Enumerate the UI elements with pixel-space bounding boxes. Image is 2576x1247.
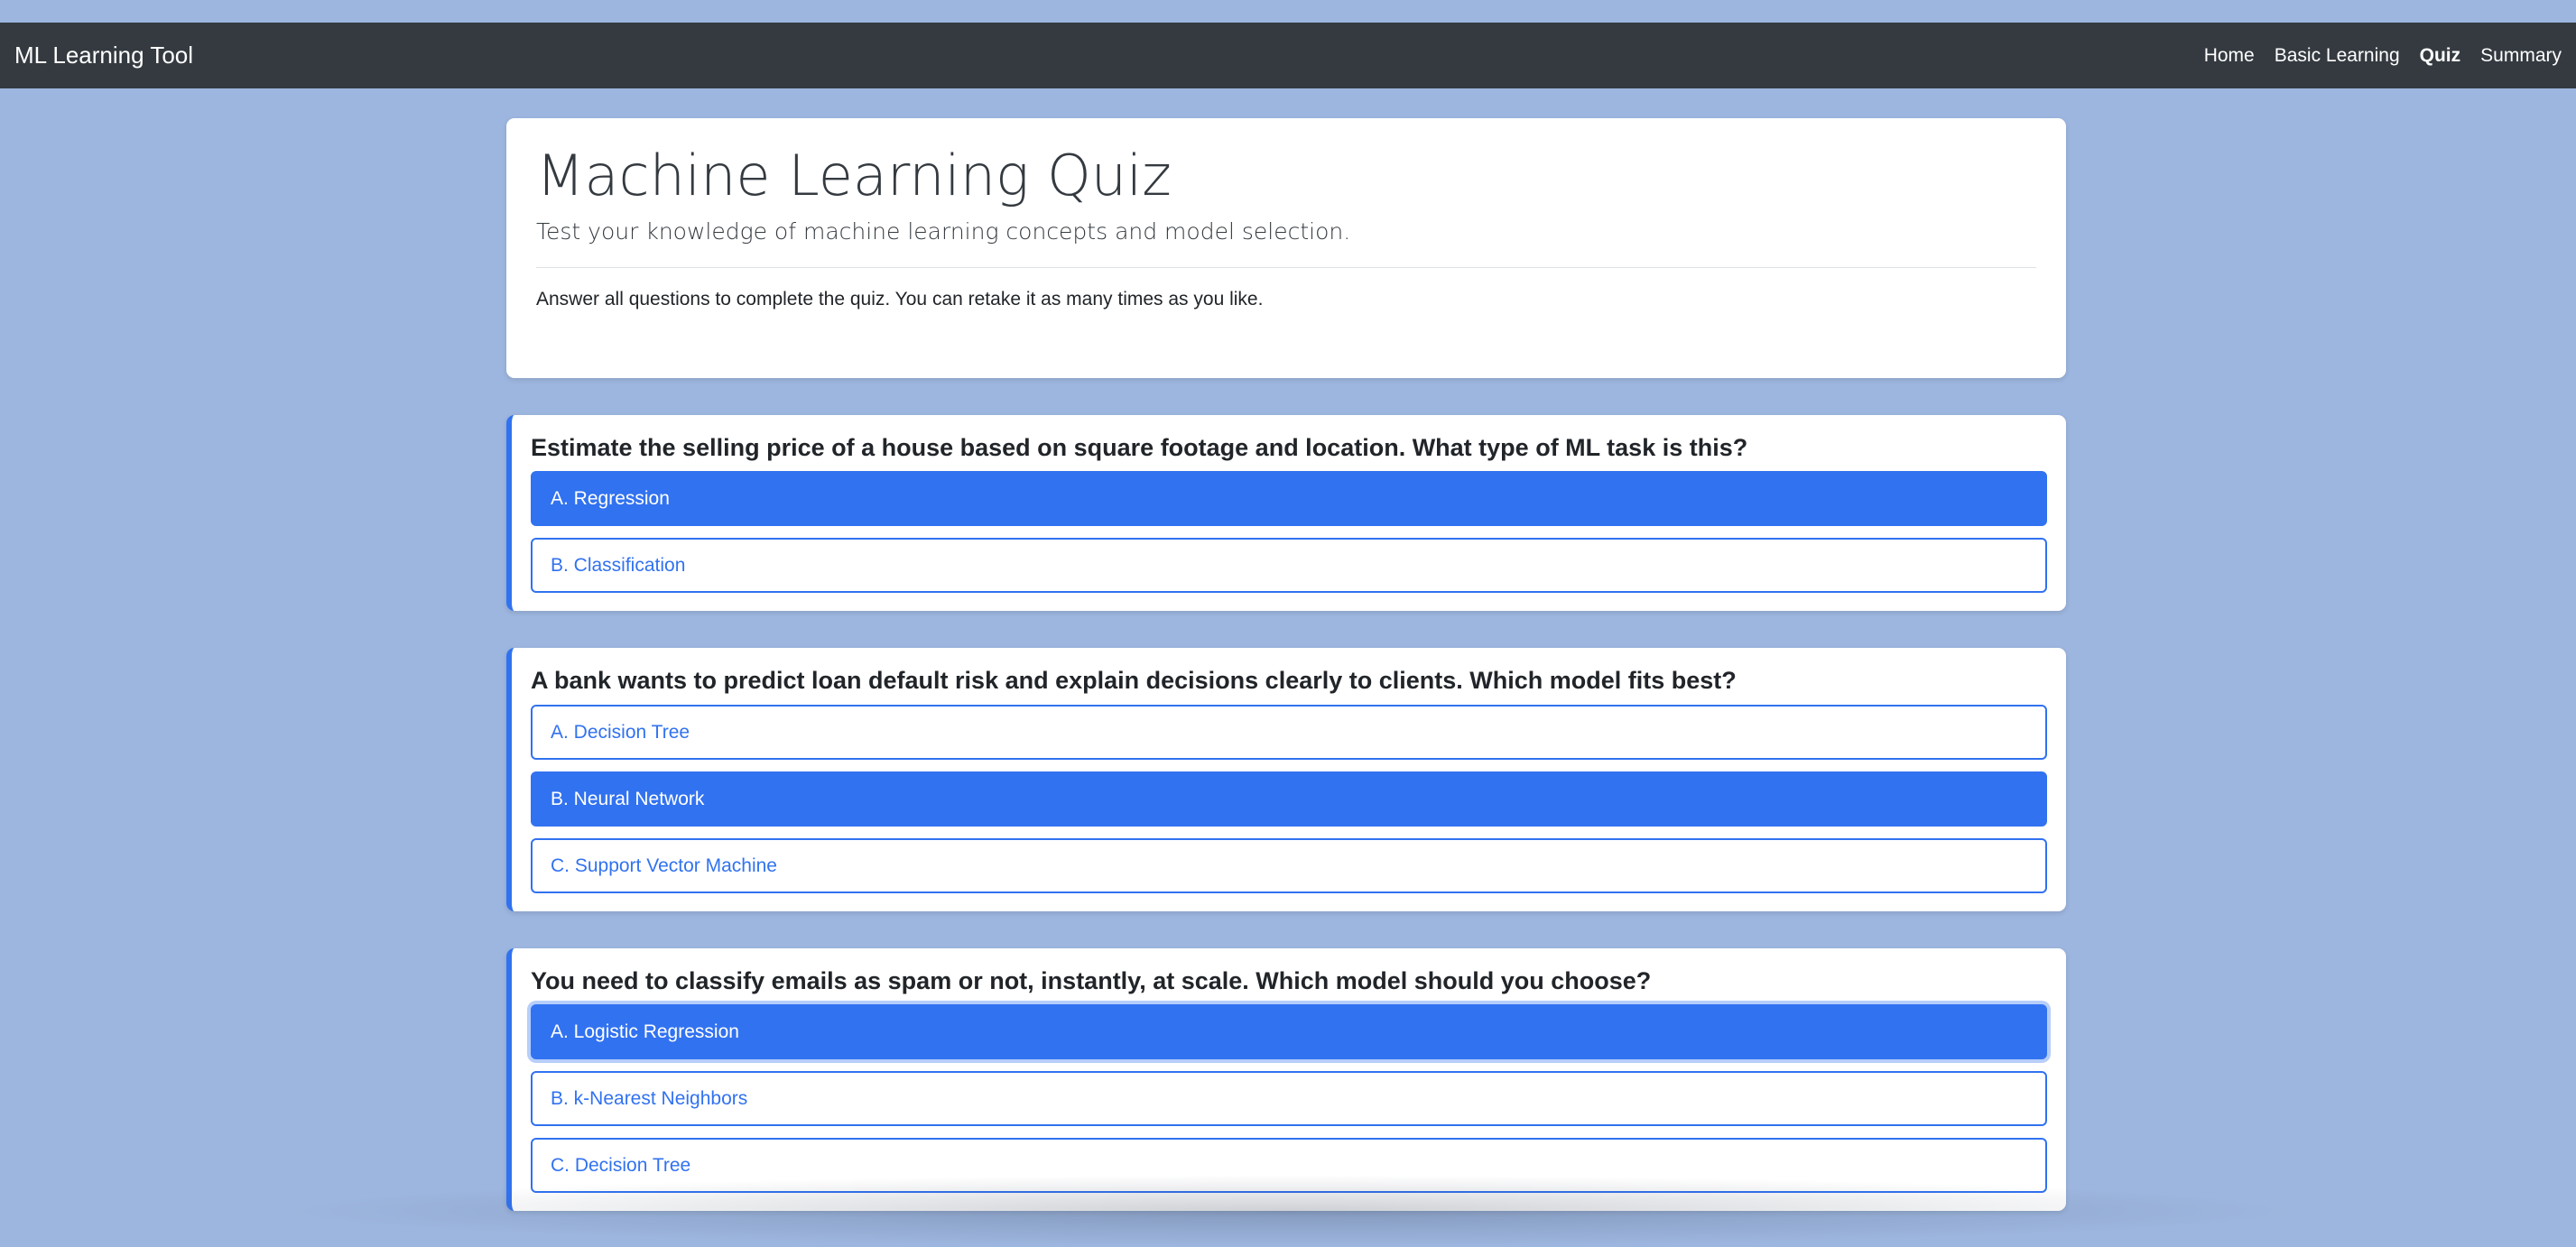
answer-option[interactable]: C. Support Vector Machine <box>531 837 2047 893</box>
question-text: A bank wants to predict loan default ris… <box>531 667 1737 695</box>
answer-option[interactable]: A. Decision Tree <box>531 704 2047 760</box>
question-card-3: You need to classify emails as spam or n… <box>506 947 2066 1212</box>
page-title: Machine Learning Quiz <box>536 143 1172 208</box>
window-top-strip <box>0 0 2576 23</box>
navbar: ML Learning Tool Home Basic Learning Qui… <box>0 23 2576 88</box>
answer-option[interactable]: C. Decision Tree <box>531 1138 2047 1194</box>
question-text: Estimate the selling price of a house ba… <box>531 434 1748 461</box>
intro-card: Machine Learning Quiz Test your knowledg… <box>506 118 2066 378</box>
brand-link[interactable]: ML Learning Tool <box>14 42 193 69</box>
page-subtitle: Test your knowledge of machine learning … <box>536 218 1351 245</box>
question-card-2: A bank wants to predict loan default ris… <box>506 648 2066 911</box>
answer-option[interactable]: B. Classification <box>531 538 2047 594</box>
nav-links: Home Basic Learning Quiz Summary <box>2184 45 2562 67</box>
instructions-text: Answer all questions to complete the qui… <box>536 289 1264 310</box>
quiz-container: Machine Learning Quiz Test your knowledg… <box>506 118 2066 1212</box>
question-card-1: Estimate the selling price of a house ba… <box>506 415 2066 612</box>
answer-option[interactable]: A. Regression <box>531 471 2047 527</box>
answer-option[interactable]: B. Neural Network <box>531 771 2047 827</box>
nav-link-home[interactable]: Home <box>2204 45 2255 67</box>
nav-link-basic-learning[interactable]: Basic Learning <box>2275 45 2400 67</box>
divider <box>536 267 2036 269</box>
nav-link-quiz[interactable]: Quiz <box>2420 45 2461 67</box>
nav-link-summary[interactable]: Summary <box>2480 45 2562 67</box>
answer-option[interactable]: B. k-Nearest Neighbors <box>531 1071 2047 1127</box>
question-text: You need to classify emails as spam or n… <box>531 966 1652 994</box>
answer-option[interactable]: A. Logistic Regression <box>531 1004 2047 1060</box>
